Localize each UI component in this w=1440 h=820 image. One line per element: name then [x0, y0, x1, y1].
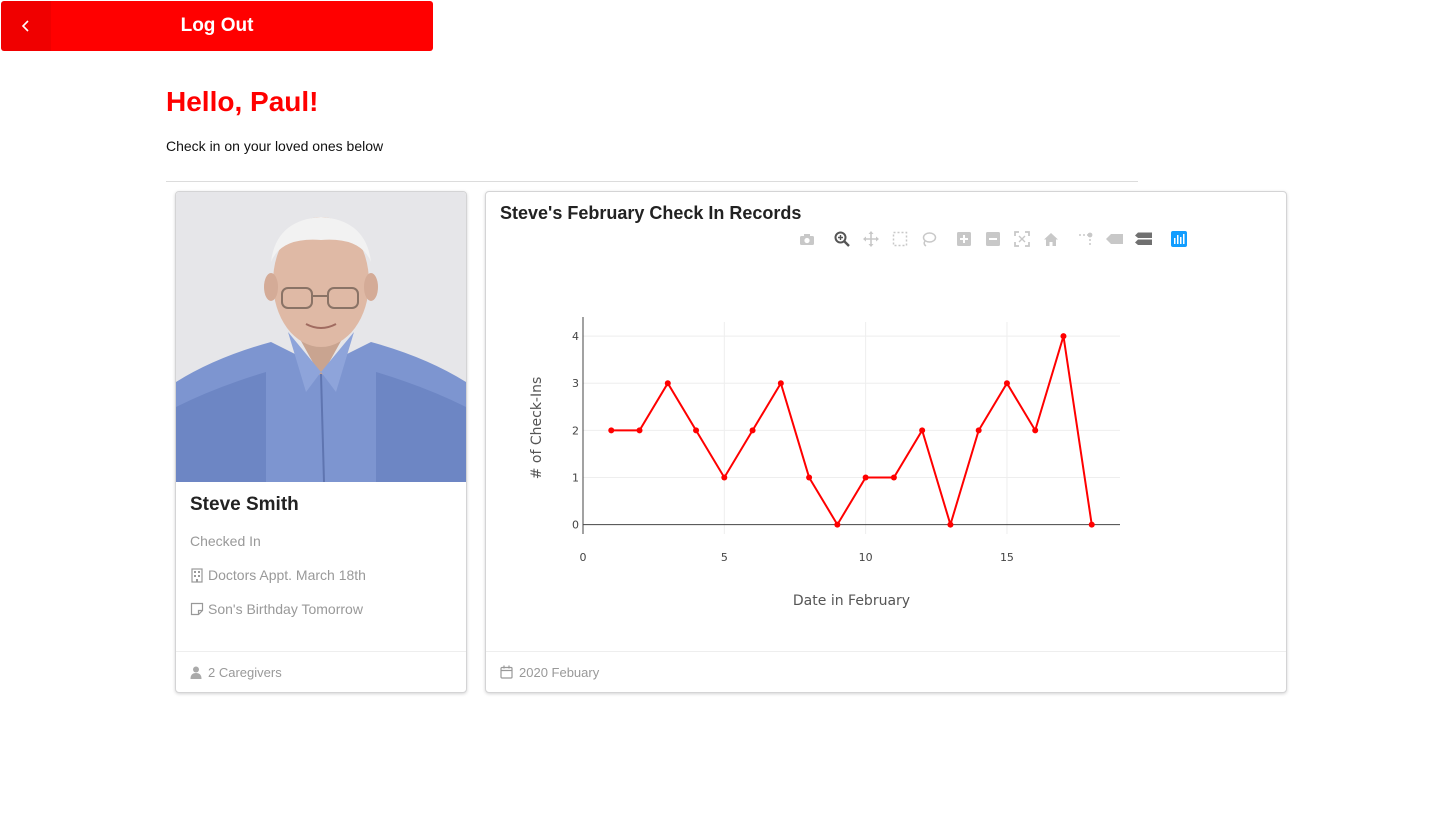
- x-tick-label: 10: [859, 551, 873, 564]
- data-point: [834, 521, 841, 528]
- hover-closest-icon[interactable]: [1104, 230, 1126, 248]
- x-tick-label: 5: [721, 551, 728, 564]
- data-point: [664, 380, 671, 387]
- page-subtitle: Check in on your loved ones below: [166, 138, 384, 154]
- note-row: Son's Birthday Tomorrow: [190, 601, 363, 617]
- spike-lines-icon[interactable]: [1075, 230, 1097, 248]
- chart-footer: 2020 Febuary: [486, 651, 1286, 692]
- data-point: [1088, 521, 1095, 528]
- x-tick-label: 15: [1000, 551, 1014, 564]
- appointment-text: Doctors Appt. March 18th: [208, 567, 366, 583]
- zoom-in-icon[interactable]: [953, 230, 975, 248]
- x-tick-label: 0: [580, 551, 587, 564]
- caregivers-text: 2 Caregivers: [208, 664, 282, 680]
- building-icon: [191, 567, 203, 583]
- data-point: [721, 474, 728, 481]
- person-photo: [176, 192, 466, 482]
- y-tick-label: 1: [572, 471, 579, 484]
- data-point: [693, 427, 700, 434]
- person-name: Steve Smith: [190, 494, 299, 515]
- data-point: [806, 474, 813, 481]
- zoom-icon[interactable]: [831, 230, 853, 248]
- plot-modebar: [796, 230, 1197, 248]
- divider: [166, 181, 1138, 182]
- camera-icon[interactable]: [796, 230, 818, 248]
- data-point: [890, 474, 897, 481]
- chart-card: Steve's February Check In Records 012340…: [485, 191, 1287, 693]
- data-point: [749, 427, 756, 434]
- y-tick-label: 3: [572, 377, 579, 390]
- page-title: Hello, Paul!: [166, 86, 319, 117]
- chart-title: Steve's February Check In Records: [500, 203, 802, 223]
- hover-compare-icon[interactable]: [1133, 230, 1155, 248]
- data-point: [608, 427, 615, 434]
- data-point: [1060, 333, 1067, 340]
- reset-axes-icon[interactable]: [1040, 230, 1062, 248]
- autoscale-icon[interactable]: [1011, 230, 1033, 248]
- box-select-icon[interactable]: [889, 230, 911, 248]
- logout-button[interactable]: Log Out: [1, 1, 433, 51]
- data-point: [862, 474, 869, 481]
- sticky-note-icon: [190, 602, 204, 616]
- note-text: Son's Birthday Tomorrow: [208, 601, 363, 617]
- chart-footer-text: 2020 Febuary: [519, 664, 600, 680]
- y-tick-label: 0: [572, 519, 579, 532]
- x-axis-title: Date in February: [793, 593, 910, 609]
- pan-icon[interactable]: [860, 230, 882, 248]
- calendar-icon: [500, 665, 513, 679]
- logout-label: Log Out: [180, 15, 254, 36]
- y-axis-title: # of Check-Ins: [529, 377, 545, 480]
- y-tick-label: 4: [572, 330, 579, 343]
- data-point: [919, 427, 926, 434]
- data-point: [1032, 427, 1039, 434]
- status-text: Checked In: [190, 533, 261, 549]
- data-point: [636, 427, 643, 434]
- caregivers-footer[interactable]: 2 Caregivers: [176, 651, 466, 692]
- lasso-select-icon[interactable]: [918, 230, 940, 248]
- data-point: [975, 427, 982, 434]
- y-tick-label: 2: [572, 424, 579, 437]
- user-icon: [190, 666, 202, 679]
- plotly-logo-icon[interactable]: [1168, 230, 1190, 248]
- data-point: [1003, 380, 1010, 387]
- data-point: [947, 521, 954, 528]
- check-in-chart: 0 1 2 3 4 0 5 10 15 Date in February # of Check-In…: [529, 317, 1120, 609]
- chevron-left-icon: [1, 1, 51, 51]
- data-point: [777, 380, 784, 387]
- person-card[interactable]: Steve Smith Checked In Doctors Appt. Mar…: [175, 191, 467, 693]
- zoom-out-icon[interactable]: [982, 230, 1004, 248]
- appointment-row: Doctors Appt. March 18th: [190, 567, 366, 583]
